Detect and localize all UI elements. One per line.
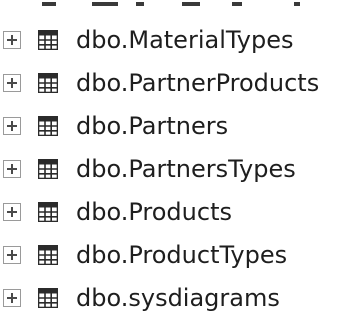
tree-node-table[interactable]: dbo.PartnerProducts <box>0 65 349 105</box>
tree-node-table[interactable]: dbo.sysdiagrams <box>0 280 349 320</box>
tree-node-table[interactable]: dbo.ProductTypes <box>0 237 349 277</box>
table-icon <box>38 116 58 136</box>
table-name-label[interactable]: dbo.sysdiagrams <box>76 283 280 313</box>
tree-node-table[interactable]: dbo.PartnersTypes <box>0 151 349 191</box>
table-name-label[interactable]: dbo.Partners <box>76 111 228 141</box>
table-name-label[interactable]: dbo.MaterialTypes <box>76 25 294 55</box>
table-icon <box>38 30 58 50</box>
table-icon <box>38 73 58 93</box>
table-name-label[interactable]: dbo.Products <box>76 197 232 227</box>
table-icon <box>38 245 58 265</box>
expand-plus-icon[interactable] <box>3 246 21 264</box>
expand-plus-icon[interactable] <box>3 74 21 92</box>
table-name-label[interactable]: dbo.PartnersTypes <box>76 154 296 184</box>
clipped-tree-row <box>32 0 332 10</box>
table-icon <box>38 288 58 308</box>
expand-plus-icon[interactable] <box>3 203 21 221</box>
expand-plus-icon[interactable] <box>3 31 21 49</box>
tree-node-table[interactable]: dbo.Partners <box>0 108 349 148</box>
expand-plus-icon[interactable] <box>3 289 21 307</box>
object-explorer-tree: dbo.MaterialTypes dbo.PartnerProducts db… <box>0 0 349 329</box>
table-icon <box>38 159 58 179</box>
expand-plus-icon[interactable] <box>3 160 21 178</box>
table-name-label[interactable]: dbo.PartnerProducts <box>76 68 319 98</box>
tree-node-table[interactable]: dbo.MaterialTypes <box>0 22 349 62</box>
table-name-label[interactable]: dbo.ProductTypes <box>76 240 287 270</box>
table-icon <box>38 202 58 222</box>
expand-plus-icon[interactable] <box>3 117 21 135</box>
tree-node-table[interactable]: dbo.Products <box>0 194 349 234</box>
